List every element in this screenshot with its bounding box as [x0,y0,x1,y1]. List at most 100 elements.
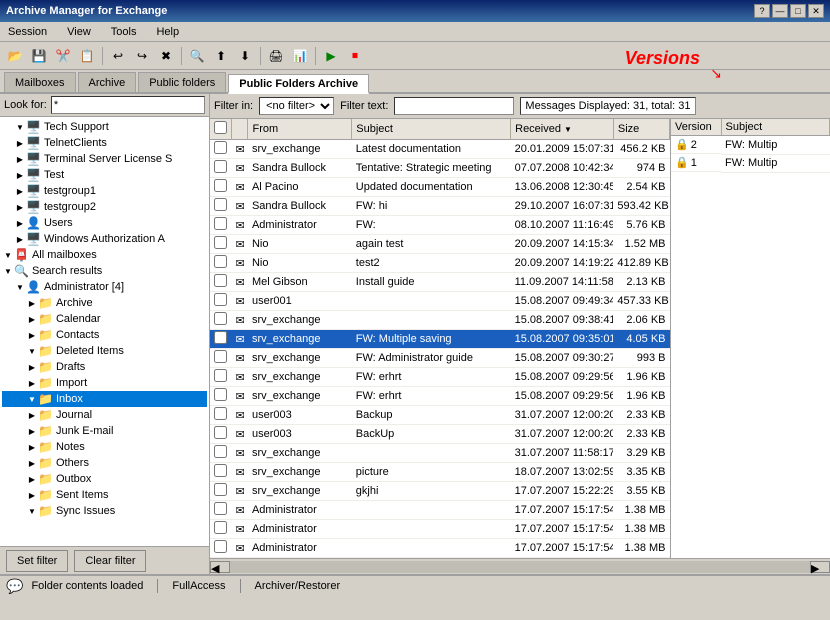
tree-item[interactable]: ▶📁Notes [2,439,207,455]
select-all-check[interactable] [214,121,227,134]
tree-item[interactable]: ▼👤Administrator [4] [2,279,207,295]
tree-item[interactable]: ▶🖥️Windows Authorization A [2,231,207,247]
table-row[interactable]: ✉ srv_exchange 31.07.2007 11:58:17 3.29 … [210,444,670,463]
row-checkbox[interactable] [210,254,232,273]
row-checkbox[interactable] [210,406,232,425]
toolbar-redo[interactable]: ↪ [131,45,153,67]
table-row[interactable]: ✉ Administrator FW: 08.10.2007 11:16:49 … [210,216,670,235]
toolbar-undo[interactable]: ↩ [107,45,129,67]
maximize-btn[interactable]: □ [790,4,806,18]
menu-session[interactable]: Session [4,25,51,39]
tree-item[interactable]: ▼📮All mailboxes [2,247,207,263]
toolbar-down[interactable]: ⬇ [234,45,256,67]
minimize-btn[interactable]: — [772,4,788,18]
filter-in-select[interactable]: <no filter> [259,97,334,115]
tree-item[interactable]: ▶📁Contacts [2,327,207,343]
row-checkbox[interactable] [210,482,232,501]
col-header-received[interactable]: Received ▼ [511,119,614,140]
table-row[interactable]: ✉ srv_exchange FW: erhrt 15.08.2007 09:2… [210,368,670,387]
toolbar-cut[interactable]: ✂️ [52,45,74,67]
table-row[interactable]: ✉ Mel Gibson Install guide 11.09.2007 14… [210,273,670,292]
tree-expander[interactable]: ▶ [14,201,26,213]
table-row[interactable]: ✉ srv_exchange FW: erhrt 15.08.2007 09:2… [210,387,670,406]
tree-item[interactable]: ▼📁Inbox [2,391,207,407]
table-row[interactable]: ✉ srv_exchange gkjhi 17.07.2007 15:22:29… [210,482,670,501]
toolbar-paste[interactable]: 📋 [76,45,98,67]
row-checkbox[interactable] [210,368,232,387]
toolbar-start[interactable]: ▶ [320,45,342,67]
tree-expander[interactable]: ▶ [26,409,38,421]
tree-item[interactable]: ▶📁Others [2,455,207,471]
tree-item[interactable]: ▼📁Deleted Items [2,343,207,359]
tree-expander[interactable]: ▶ [26,457,38,469]
row-checkbox[interactable] [210,159,232,178]
row-checkbox[interactable] [210,178,232,197]
menu-help[interactable]: Help [152,25,183,39]
row-checkbox[interactable] [210,520,232,539]
table-row[interactable]: ✉ srv_exchange FW: Multiple saving 15.08… [210,330,670,349]
row-checkbox[interactable] [210,349,232,368]
toolbar-save[interactable]: 💾 [28,45,50,67]
tree-expander[interactable]: ▼ [2,265,14,277]
table-row[interactable]: ✉ Administrator 17.07.2007 15:17:54 1.38… [210,539,670,558]
table-row[interactable]: ✉ Nio test2 20.09.2007 14:19:22 412.89 K… [210,254,670,273]
tree-item[interactable]: ▶📁Journal [2,407,207,423]
row-checkbox[interactable] [210,463,232,482]
tree-expander[interactable]: ▶ [14,153,26,165]
title-controls[interactable]: ? — □ ✕ [754,4,824,18]
tree-item[interactable]: ▶🖥️testgroup2 [2,199,207,215]
tree-expander[interactable]: ▼ [26,345,38,357]
toolbar-print[interactable]: 🖨 [265,45,287,67]
tree-expander[interactable]: ▶ [14,185,26,197]
scroll-right-btn[interactable]: ▶ [810,561,830,573]
version-row[interactable]: 🔒 1 FW: Multip [671,154,830,172]
look-for-input[interactable] [51,96,205,114]
table-row[interactable]: ✉ srv_exchange Latest documentation 20.0… [210,140,670,159]
row-checkbox[interactable] [210,387,232,406]
tree-item[interactable]: ▶📁Junk E-mail [2,423,207,439]
toolbar-search[interactable]: 🔍 [186,45,208,67]
row-checkbox[interactable] [210,235,232,254]
col-header-subject[interactable]: Subject [352,119,511,140]
tree-expander[interactable]: ▼ [26,393,38,405]
scroll-track[interactable] [230,561,810,573]
table-row[interactable]: ✉ Administrator 17.07.2007 15:17:54 1.38… [210,501,670,520]
help-btn[interactable]: ? [754,4,770,18]
close-btn[interactable]: ✕ [808,4,824,18]
tree-expander[interactable]: ▼ [14,121,26,133]
scroll-left-btn[interactable]: ◀ [210,561,230,573]
tree-item[interactable]: ▼🖥️Tech Support [2,119,207,135]
col-header-from[interactable]: From [248,119,352,140]
col-header-check[interactable] [210,119,232,140]
tree-expander[interactable]: ▶ [26,361,38,373]
row-checkbox[interactable] [210,501,232,520]
table-row[interactable]: ✉ Sandra Bullock Tentative: Strategic me… [210,159,670,178]
row-checkbox[interactable] [210,292,232,311]
row-checkbox[interactable] [210,444,232,463]
table-row[interactable]: ✉ Administrator 17.07.2007 15:17:54 1.38… [210,520,670,539]
tab-public-folders-archive[interactable]: Public Folders Archive [228,74,369,94]
row-checkbox[interactable] [210,425,232,444]
tree-expander[interactable]: ▶ [26,489,38,501]
tree-item[interactable]: ▶📁Calendar [2,311,207,327]
version-col-version[interactable]: Version [671,119,721,136]
table-row[interactable]: ✉ Nio again test 20.09.2007 14:15:34 1.5… [210,235,670,254]
tab-archive[interactable]: Archive [78,72,137,92]
tree-item[interactable]: ▶📁Import [2,375,207,391]
tree-expander[interactable]: ▶ [26,297,38,309]
tree-expander[interactable]: ▶ [14,233,26,245]
table-row[interactable]: ✉ Sandra Bullock FW: hi 29.10.2007 16:07… [210,197,670,216]
toolbar-up[interactable]: ⬆ [210,45,232,67]
tree-expander[interactable]: ▶ [14,137,26,149]
table-row[interactable]: ✉ user003 Backup 31.07.2007 12:00:20 2.3… [210,406,670,425]
tree-expander[interactable]: ▶ [26,329,38,341]
filter-text-input[interactable] [394,97,514,115]
tree-expander[interactable]: ▼ [14,281,26,293]
tree-item[interactable]: ▶🖥️Test [2,167,207,183]
clear-filter-button[interactable]: Clear filter [74,550,146,572]
toolbar-stop[interactable]: ⏹ [344,45,366,67]
table-row[interactable]: ✉ srv_exchange picture 18.07.2007 13:02:… [210,463,670,482]
toolbar-open[interactable]: 📂 [4,45,26,67]
table-row[interactable]: ✉ srv_exchange FW: Administrator guide 1… [210,349,670,368]
tree-expander[interactable]: ▼ [26,505,38,517]
